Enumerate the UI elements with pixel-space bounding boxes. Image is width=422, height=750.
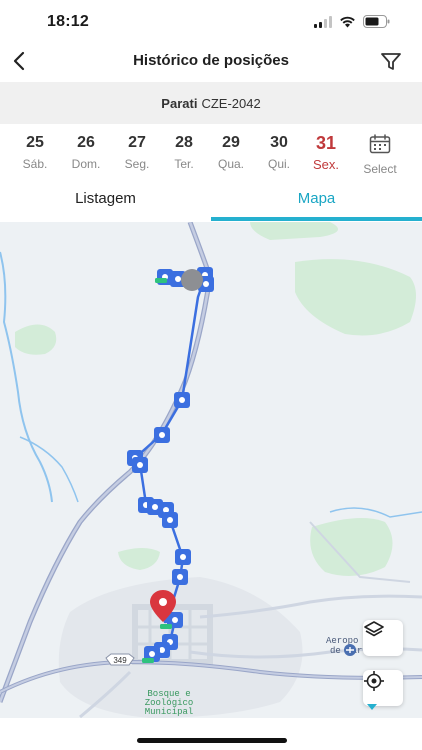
start-marker [142,658,154,663]
cellular-signal-icon [314,15,332,28]
home-indicator [137,738,287,743]
position-marker[interactable] [174,392,190,408]
date-number: 30 [270,134,288,151]
date-number: 26 [77,134,95,151]
sheet-handle-icon[interactable] [366,703,378,711]
tab-active-indicator [211,217,422,221]
date-selector: 25 Sáb. 26 Dom. 27 Seg. 28 Ter. 29 Qua. … [0,124,422,180]
river [0,251,53,503]
date-item-27[interactable]: 27 Seg. [113,134,161,171]
date-number: 31 [315,133,337,153]
nav-bar: Histórico de posições [0,40,422,82]
date-weekday: Qua. [217,157,244,171]
crosshair-icon [364,671,384,691]
date-item-29[interactable]: 29 Qua. [207,134,255,171]
my-location-button[interactable] [363,670,403,706]
poi-zoo-label: Municipal [145,707,194,717]
date-number: 29 [222,134,240,151]
map-layers-button[interactable] [363,620,403,656]
select-label: Select [363,162,397,176]
green-area [118,548,160,570]
position-marker[interactable] [132,457,148,473]
date-item-31-selected[interactable]: 31 Sex. [302,134,350,172]
battery-icon [363,15,390,28]
map-view[interactable]: 349 Bosque e Zoológico Municipal Aeropo … [0,222,422,718]
date-number: 28 [175,134,193,151]
tab-list[interactable]: Listagem [0,182,211,222]
position-marker[interactable] [154,427,170,443]
road-shield: 349 [105,653,135,666]
status-bar: 18:12 [0,0,422,44]
filter-button[interactable] [378,49,404,75]
position-marker[interactable] [175,549,191,565]
start-marker [160,624,172,629]
date-weekday: Seg. [124,157,150,171]
date-number: 25 [26,134,44,151]
status-icons [314,15,390,28]
vehicle-plate: CZE-2042 [201,95,261,111]
green-area [250,222,338,240]
vehicle-name: Parati [161,95,198,111]
calendar-icon [369,134,391,154]
view-tabs: Listagem Mapa [0,182,422,222]
start-marker [155,278,167,283]
cluster-marker[interactable] [181,269,203,291]
vehicle-bar: Parati CZE-2042 [0,82,422,124]
layers-icon [364,621,384,637]
poi-zoo[interactable]: Bosque e Zoológico Municipal [145,689,194,717]
date-weekday: Dom. [71,157,101,171]
date-weekday: Sex. [312,157,339,172]
date-item-30[interactable]: 30 Qui. [255,134,303,171]
river [19,436,79,503]
date-weekday: Ter. [174,157,194,171]
poi-airport-label: Aeropo [326,636,358,646]
map-canvas: 349 Bosque e Zoológico Municipal Aeropo … [0,222,422,718]
wifi-icon [340,16,355,27]
position-marker[interactable] [162,512,178,528]
date-item-28[interactable]: 28 Ter. [160,134,208,171]
tab-map[interactable]: Mapa [211,182,422,222]
river [329,507,422,518]
status-time: 18:12 [47,13,89,30]
date-number: 27 [128,134,146,151]
date-weekday: Qui. [267,157,290,171]
filter-icon [381,53,401,70]
green-area [295,259,416,336]
position-marker[interactable] [172,569,188,585]
date-weekday: Sáb. [22,157,48,171]
date-item-25[interactable]: 25 Sáb. [11,134,59,171]
green-area [15,324,57,355]
poi-airport[interactable]: Aeropo de Gar [326,636,362,656]
road-number: 349 [113,656,127,665]
page-title: Histórico de posições [133,52,289,69]
date-item-26[interactable]: 26 Dom. [62,134,110,171]
calendar-select-button[interactable]: Select [356,134,404,176]
